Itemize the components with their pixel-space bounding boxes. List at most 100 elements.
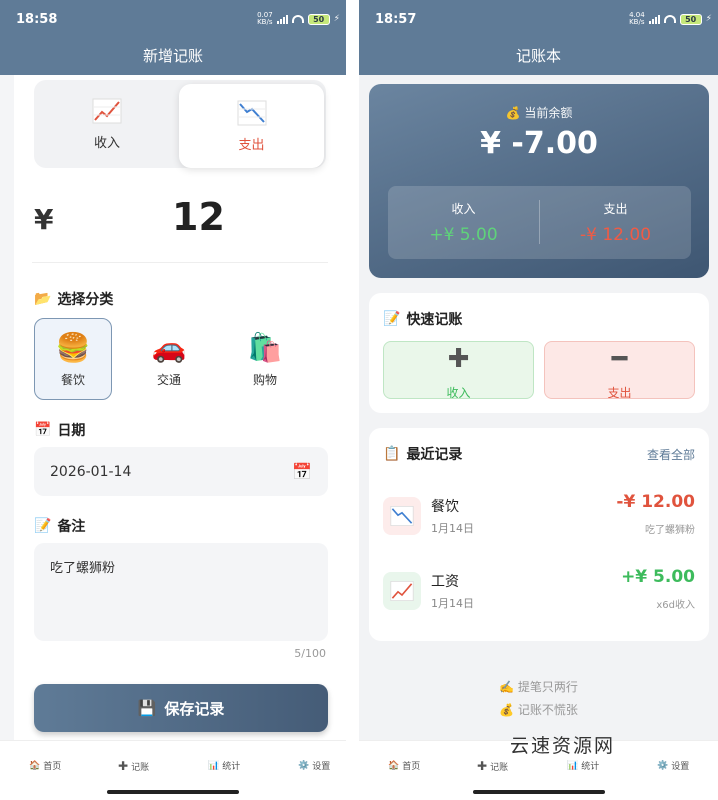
record-note: 吃了螺狮粉	[645, 525, 695, 536]
recent-records-card: 📋 最近记录 查看全部 餐饮 1月14日 -¥ 12.00 吃了螺狮粉 工资 1月…	[369, 428, 709, 641]
amount-input[interactable]: ¥ 12	[32, 195, 328, 263]
chart-down-icon	[383, 497, 421, 535]
currency-symbol: ¥	[34, 203, 54, 236]
calendar-icon: 📅	[34, 422, 52, 438]
folder-icon: 📂	[34, 291, 52, 307]
balance-card: 💰 当前余额 ¥ -7.00 收入 +¥ 5.00 支出 -¥ 12.00	[369, 84, 709, 278]
category-section-label: 📂 选择分类	[34, 289, 113, 309]
category-label: 购物	[252, 372, 277, 387]
record-row[interactable]: 餐饮 1月14日 -¥ 12.00 吃了螺狮粉	[383, 492, 695, 542]
car-icon: 🚗	[151, 330, 187, 364]
gear-icon: ⚙️	[657, 760, 669, 771]
quick-entry-title: 📝 快速记账	[383, 309, 462, 329]
record-category: 工资	[431, 574, 459, 590]
tab-home[interactable]: 🏠 首页	[29, 759, 62, 773]
tab-label: 首页	[402, 762, 421, 772]
tab-label: 设置	[312, 762, 331, 772]
battery-icon: 50	[679, 13, 702, 25]
record-date: 1月14日	[431, 522, 474, 535]
chart-up-icon	[383, 572, 421, 610]
tab-add[interactable]: ✚ 记账	[477, 759, 508, 773]
tab-label: 记账	[490, 762, 509, 773]
wifi-icon	[663, 15, 676, 23]
plus-icon: ✚	[118, 759, 129, 773]
balance-label-text: 当前余额	[524, 106, 573, 120]
memo-icon: 📝	[34, 518, 52, 534]
tab-stats[interactable]: 📊 统计	[567, 759, 600, 773]
money-bag-icon: 💰	[505, 106, 521, 120]
income-type-label: 收入	[93, 135, 120, 151]
date-field[interactable]: 2026-01-14 📅	[34, 447, 328, 496]
income-summary: 收入 +¥ 5.00	[388, 200, 539, 245]
category-shopping[interactable]: 🛍️ 购物	[226, 318, 304, 400]
app-header: 18:58 0.07 KB/s 50 ⚡ 新增记账	[0, 0, 346, 75]
footer-text: 记账不慌张	[517, 703, 578, 717]
date-value: 2026-01-14	[50, 463, 132, 480]
status-time: 18:57	[375, 12, 417, 27]
battery-icon: 50	[307, 13, 330, 25]
category-transport[interactable]: 🚗 交通	[130, 318, 208, 400]
view-all-link[interactable]: 查看全部	[647, 446, 695, 463]
category-label-text: 选择分类	[57, 292, 114, 308]
note-value: 吃了螺狮粉	[50, 561, 116, 576]
record-form: 收入 支出 ¥ 12 📂 选择分类 🍔 餐饮 🚗 交通 🛍️ 购物 📅 日期 2…	[14, 75, 346, 740]
bar-chart-icon: 📊	[208, 760, 220, 771]
record-category: 餐饮	[431, 499, 459, 515]
note-label-text: 备注	[57, 519, 86, 535]
footer-slogan-1: ✍️ 提笔只两行	[359, 678, 718, 695]
date-label-text: 日期	[57, 423, 86, 439]
tab-settings[interactable]: ⚙️ 设置	[657, 759, 690, 773]
tab-label: 统计	[581, 762, 600, 772]
home-indicator[interactable]	[107, 790, 239, 794]
page-title: 新增记账	[142, 47, 203, 65]
home-indicator[interactable]	[472, 790, 605, 794]
quick-expense-label: 支出	[607, 386, 632, 399]
tab-label: 设置	[671, 762, 690, 772]
expense-summary-value: -¥ 12.00	[579, 225, 652, 245]
tab-stats[interactable]: 📊 统计	[208, 759, 240, 773]
recent-records-title-text: 最近记录	[406, 447, 463, 463]
wifi-icon	[291, 15, 304, 23]
income-summary-label: 收入	[451, 202, 476, 216]
save-button[interactable]: 💾 保存记录	[34, 684, 328, 732]
quick-income-label: 收入	[446, 386, 471, 399]
tab-add[interactable]: ✚ 记账	[118, 759, 149, 773]
note-section-label: 📝 备注	[34, 516, 85, 536]
charging-icon: ⚡	[333, 14, 340, 24]
quick-expense-button[interactable]: ━ 支出	[544, 341, 695, 399]
tab-home[interactable]: 🏠 首页	[388, 759, 421, 773]
app-header: 18:57 4.04 KB/s 50 ⚡ 记账本	[359, 0, 718, 75]
home-icon: 🏠	[29, 760, 41, 771]
quick-entry-card: 📝 快速记账 ✚ 收入 ━ 支出	[369, 293, 709, 413]
bottom-tab-bar: 🏠 首页 ✚ 记账 📊 统计 ⚙️ 设置	[0, 740, 346, 800]
expense-summary-label: 支出	[603, 202, 628, 216]
charging-icon: ⚡	[705, 14, 712, 24]
balance-amount: ¥ -7.00	[480, 126, 598, 161]
tab-label: 首页	[43, 762, 62, 772]
screen-divider	[346, 0, 359, 800]
record-amount: -¥ 12.00	[616, 492, 695, 512]
date-section-label: 📅 日期	[34, 420, 85, 440]
status-icons: 4.04 KB/s 50 ⚡	[629, 12, 712, 26]
add-record-screen: 18:58 0.07 KB/s 50 ⚡ 新增记账 收入 支出 ¥ 12 📂 选…	[0, 0, 346, 800]
expense-summary: 支出 -¥ 12.00	[540, 200, 691, 245]
income-summary-value: +¥ 5.00	[429, 225, 498, 245]
expense-type-button[interactable]: 支出	[179, 84, 324, 168]
category-food[interactable]: 🍔 餐饮	[34, 318, 112, 400]
record-row[interactable]: 工资 1月14日 +¥ 5.00 x6d收入	[383, 567, 695, 617]
floppy-disk-icon: 💾	[137, 699, 157, 717]
plus-icon: ✚	[447, 344, 470, 374]
income-type-button[interactable]: 收入	[34, 80, 180, 168]
save-label: 保存记录	[164, 699, 225, 718]
burger-icon: 🍔	[55, 330, 91, 364]
calendar-picker-icon[interactable]: 📅	[292, 462, 312, 481]
memo-icon: 📝	[383, 311, 401, 327]
quick-income-button[interactable]: ✚ 收入	[383, 341, 534, 399]
tab-settings[interactable]: ⚙️ 设置	[298, 759, 331, 773]
network-speed: 0.07 KB/s	[257, 11, 273, 26]
quick-entry-title-text: 快速记账	[406, 312, 463, 328]
note-field[interactable]: 吃了螺狮粉	[34, 543, 328, 641]
home-icon: 🏠	[388, 760, 400, 771]
category-label: 交通	[156, 372, 181, 387]
record-amount: +¥ 5.00	[621, 567, 695, 587]
